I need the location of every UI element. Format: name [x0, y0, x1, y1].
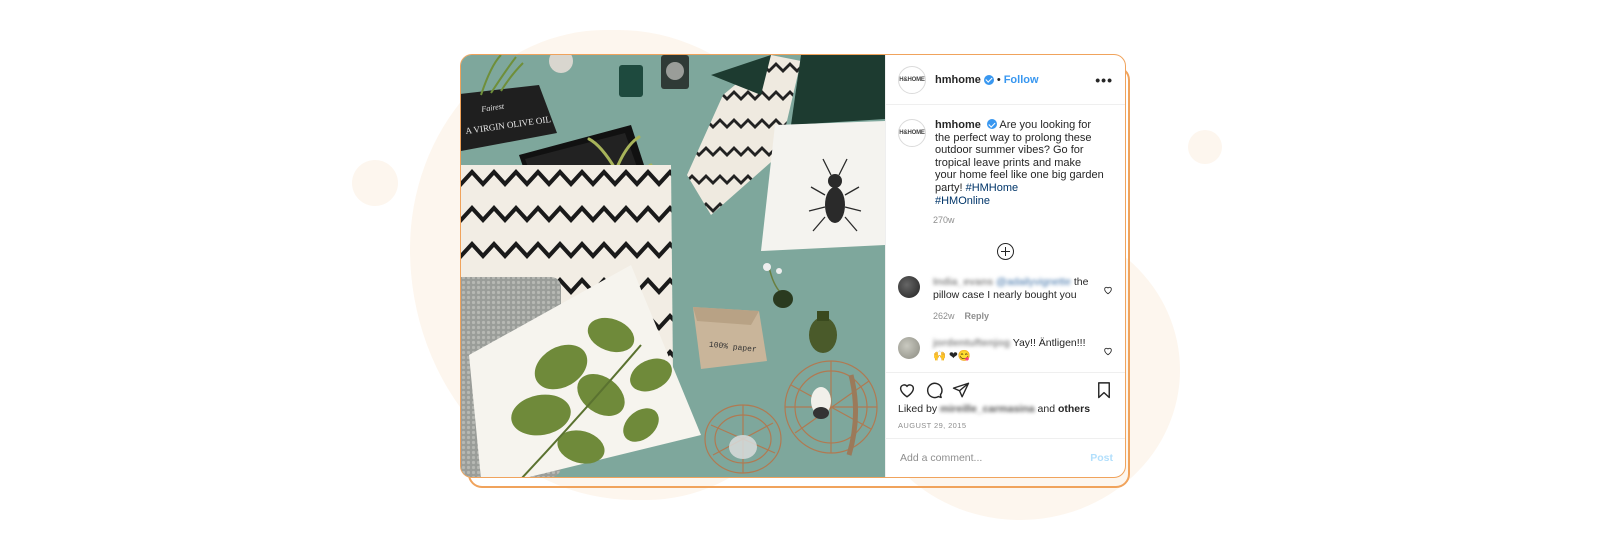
instagram-post-card: A VIRGIN OLIVE OIL Fairest 100% paper H&…: [460, 54, 1126, 478]
post-image[interactable]: A VIRGIN OLIVE OIL Fairest 100% paper: [461, 55, 885, 477]
load-more-comments[interactable]: [898, 243, 1113, 261]
caption-timestamp[interactable]: 270w: [933, 215, 1113, 225]
comment-mention[interactable]: @adailyvignette: [996, 276, 1071, 288]
avatar[interactable]: H&HOME: [898, 65, 926, 94]
comment-meta: 262w Reply: [933, 310, 1091, 323]
plus-circle-icon[interactable]: [997, 243, 1014, 261]
caption-username[interactable]: hmhome: [935, 119, 981, 131]
bookmark-icon[interactable]: [1095, 381, 1113, 399]
like-heart-icon[interactable]: [898, 381, 916, 399]
verified-badge-icon: [983, 74, 994, 85]
post-header: H&HOME hmhome • Follow •••: [886, 55, 1125, 105]
liked-by-and: and: [1037, 403, 1056, 415]
add-comment-input[interactable]: [898, 451, 1091, 465]
flatlay-photo: A VIRGIN OLIVE OIL Fairest 100% paper: [461, 55, 885, 477]
background-dot: [352, 160, 398, 206]
avatar[interactable]: H&HOME: [898, 119, 926, 147]
separator-dot: •: [996, 73, 1001, 86]
comment-text: jordentuftenjog Yay!! Äntligen!!!🙌 ❤😋: [933, 337, 1091, 363]
follow-button[interactable]: Follow: [1004, 74, 1039, 86]
post-side-panel: H&HOME hmhome • Follow ••• H&HOME hmhome…: [885, 55, 1125, 477]
like-comment-heart-icon[interactable]: [1103, 346, 1113, 356]
comment-username[interactable]: India_evans: [933, 276, 993, 288]
reply-button[interactable]: Reply: [965, 311, 990, 321]
share-paper-plane-icon[interactable]: [952, 381, 970, 399]
username-link[interactable]: hmhome: [935, 74, 981, 86]
post-date[interactable]: AUGUST 29, 2015: [898, 421, 1113, 430]
beetle-pillow: [761, 121, 885, 251]
liked-by-prefix: Liked by: [898, 403, 938, 415]
caption: hmhome Are you looking for the perfect w…: [935, 119, 1105, 207]
post-comment-button[interactable]: Post: [1090, 452, 1113, 464]
liked-by-user[interactable]: mireille_carmasina: [940, 403, 1035, 415]
post-actions: Liked by mireille_carmasina and others A…: [886, 372, 1125, 430]
comment-username[interactable]: jordentuftenjog: [933, 337, 1010, 349]
action-icons: [898, 381, 1113, 399]
like-comment-heart-icon[interactable]: [1103, 285, 1113, 295]
comment-text: India_evans @adailyvignette the pillow c…: [933, 276, 1091, 323]
commenter-avatar[interactable]: [898, 276, 920, 299]
comment-bubble-icon[interactable]: [925, 381, 943, 399]
background-dot: [1188, 130, 1222, 164]
hashtag-link[interactable]: #HMHome: [966, 182, 1019, 194]
comment-item: India_evans @adailyvignette the pillow c…: [898, 276, 1113, 323]
more-options-icon[interactable]: •••: [1095, 72, 1113, 88]
comment-item: jordentuftenjog Yay!! Äntligen!!!🙌 ❤😋: [898, 337, 1113, 363]
paper-bag: 100% paper: [693, 307, 767, 369]
add-comment-bar: Post: [886, 438, 1125, 477]
verified-badge-icon: [986, 119, 997, 129]
caption-row: H&HOME hmhome Are you looking for the pe…: [898, 119, 1113, 207]
liked-by-others-link[interactable]: others: [1058, 403, 1090, 415]
comments-area[interactable]: H&HOME hmhome Are you looking for the pe…: [886, 105, 1125, 372]
commenter-avatar[interactable]: [898, 337, 920, 360]
liked-by: Liked by mireille_carmasina and others: [898, 403, 1113, 415]
comment-age[interactable]: 262w: [933, 311, 955, 321]
hashtag-link[interactable]: #HMOnline: [935, 195, 990, 207]
